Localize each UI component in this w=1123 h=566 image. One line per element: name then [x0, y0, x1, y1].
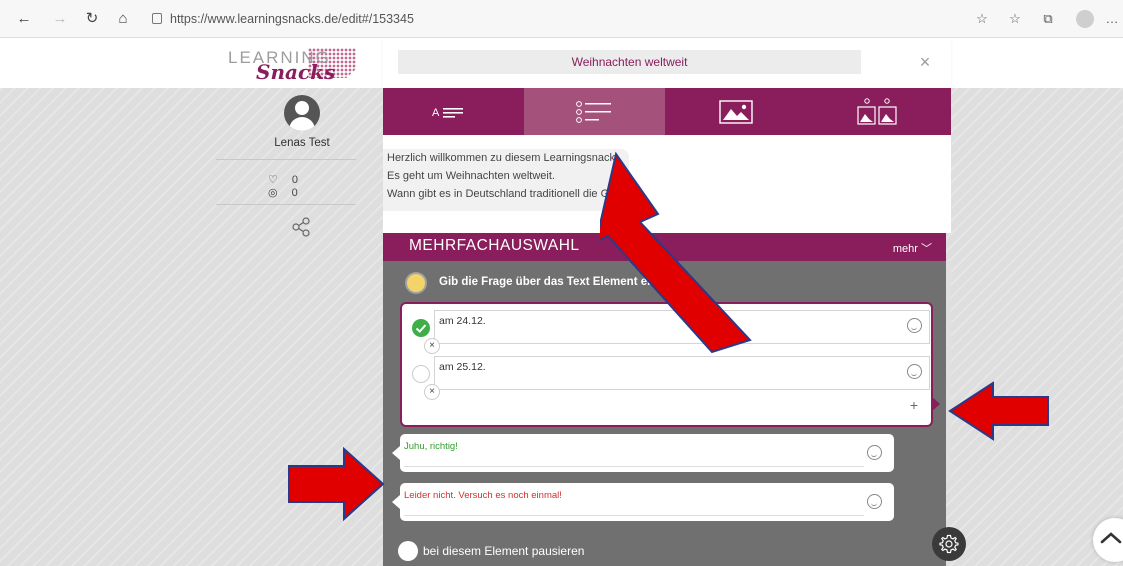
check-icon — [415, 324, 427, 333]
feedback-wrong-text: Leider nicht. Versuch es noch einmal! — [404, 490, 562, 501]
gear-icon — [939, 534, 959, 554]
profile-icon[interactable] — [1076, 10, 1094, 28]
more-label: mehr — [892, 243, 918, 255]
annotation-arrow-left-1 — [948, 381, 1049, 441]
emoji-icon[interactable] — [867, 494, 882, 509]
feedback-correct-text: Juhu, richtig! — [404, 441, 458, 452]
image-icon — [718, 99, 753, 124]
emoji-icon[interactable] — [907, 364, 922, 379]
annotation-arrow-up — [600, 151, 752, 354]
address-bar[interactable]: https://www.learningsnacks.de/edit#/1533… — [146, 8, 961, 30]
image-choice-icon — [856, 97, 897, 125]
learningsnacks-logo[interactable]: LEARNING Snacks — [228, 46, 358, 84]
text-element-icon: A — [432, 107, 463, 119]
correct-toggle[interactable] — [412, 319, 430, 337]
pause-radio[interactable] — [398, 541, 418, 561]
input-underline — [404, 515, 864, 516]
divider — [216, 204, 356, 205]
lock-icon — [152, 13, 162, 24]
more-dropdown[interactable]: mehr ﹀ — [893, 240, 932, 256]
chevron-up-icon — [1100, 532, 1122, 544]
emoji-icon[interactable] — [867, 445, 882, 460]
likes-count: 0 — [291, 174, 298, 186]
arrow-right-icon[interactable]: → — [50, 9, 70, 29]
scrollbar[interactable] — [946, 261, 951, 481]
views: ◎ 0 — [268, 187, 312, 199]
tab-text[interactable]: A — [383, 88, 524, 135]
welcome-line: Herzlich willkommen zu diesem Learningsn… — [387, 152, 619, 164]
logo-line2: Snacks — [256, 60, 336, 84]
settings-button[interactable] — [932, 527, 966, 561]
url-text: https://www.learningsnacks.de/edit#/1533… — [170, 12, 414, 26]
title-bar: Weihnachten weltweit × — [383, 38, 951, 88]
emoji-icon[interactable] — [907, 318, 922, 333]
remove-answer-button[interactable]: × — [424, 338, 440, 354]
card-pointer — [932, 397, 940, 411]
user-stats: ♡ 0 ◎ 0 — [268, 173, 366, 199]
pause-label: bei diesem Element pausieren — [423, 544, 585, 558]
home-icon[interactable]: ⌂ — [113, 9, 133, 29]
section-title: MEHRFACHAUSWAHL — [409, 237, 580, 254]
collections-icon[interactable]: ⧉ — [1039, 10, 1057, 28]
input-underline — [404, 466, 864, 467]
heart-icon: ♡ — [268, 174, 278, 186]
eye-icon: ◎ — [268, 187, 278, 199]
scroll-to-top-button[interactable] — [1093, 518, 1123, 562]
multiple-choice-icon — [575, 100, 611, 123]
tab-image-choice[interactable] — [806, 88, 947, 135]
chevron-down-icon: ﹀ — [921, 243, 932, 255]
welcome-line: Es geht um Weihnachten weltweit. — [387, 170, 555, 182]
browser-toolbar: ← → ↻ ⌂ https://www.learningsnacks.de/ed… — [0, 0, 1123, 38]
views-count: 0 — [291, 187, 298, 199]
annotation-arrow-right-2 — [288, 446, 385, 522]
favorites-icon[interactable]: ☆ — [1006, 10, 1024, 28]
welcome-line: Wann gibt es in Deutschland traditionell… — [387, 188, 610, 200]
bubble-pointer — [392, 495, 400, 509]
answer-option: am 25.12. × — [412, 354, 930, 400]
likes: ♡ 0 — [268, 174, 312, 186]
user-name: Lenas Test — [274, 137, 330, 149]
close-icon[interactable]: × — [915, 50, 935, 74]
tab-image[interactable] — [665, 88, 806, 135]
snack-title-input[interactable]: Weihnachten weltweit — [398, 50, 861, 74]
svg-text:A: A — [432, 107, 440, 119]
feedback-wrong[interactable]: Leider nicht. Versuch es noch einmal! — [392, 483, 894, 521]
feedback-correct[interactable]: Juhu, richtig! — [392, 434, 894, 472]
share-icon[interactable] — [291, 217, 311, 237]
page: LEARNING Snacks Lenas Test ♡ 0 ◎ 0 Weihnac… — [0, 38, 1123, 566]
avatar — [284, 95, 320, 131]
read-aloud-icon[interactable]: ☆ — [973, 10, 991, 28]
answer-input[interactable]: am 25.12. — [434, 356, 930, 390]
tab-multiple-choice[interactable] — [524, 88, 665, 135]
arrow-left-icon[interactable]: ← — [14, 9, 34, 29]
lightbulb-icon — [407, 274, 425, 292]
user-panel: Lenas Test ♡ 0 ◎ 0 — [216, 95, 366, 255]
reload-icon[interactable]: ↻ — [82, 9, 102, 29]
more-icon[interactable]: … — [1103, 10, 1121, 28]
bubble-pointer — [392, 446, 400, 460]
correct-toggle[interactable] — [412, 365, 430, 383]
element-type-tabs: A — [383, 88, 951, 135]
add-answer-button[interactable]: + — [907, 398, 921, 412]
remove-answer-button[interactable]: × — [424, 384, 440, 400]
divider — [216, 159, 356, 160]
